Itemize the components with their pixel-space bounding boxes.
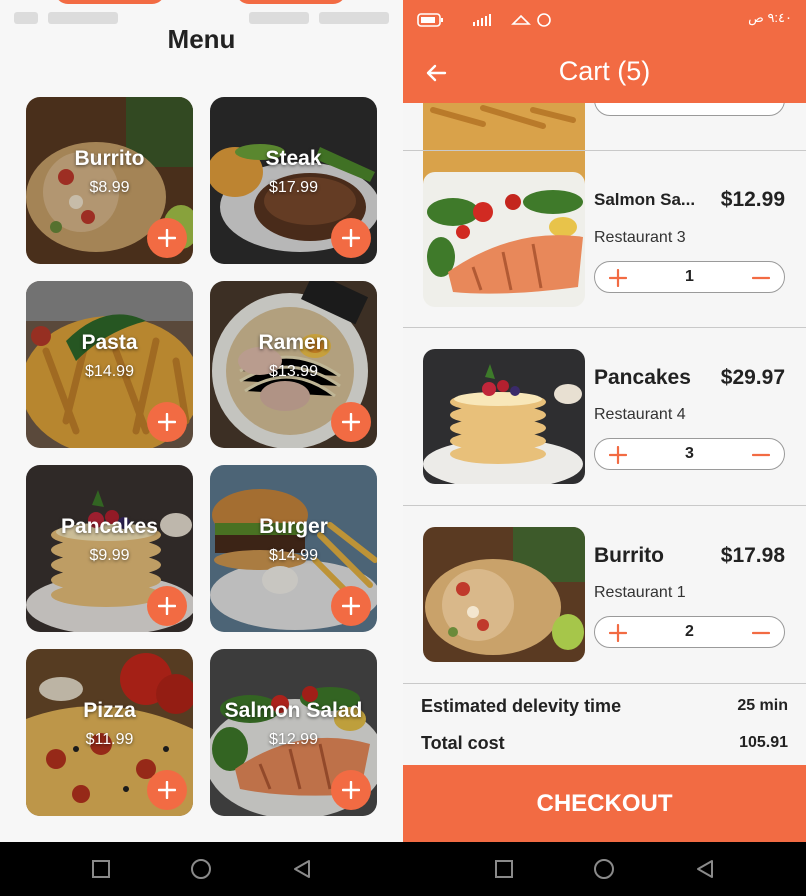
top-button-partial[interactable]: [55, 0, 165, 4]
cart-item-price: $17.98: [720, 544, 785, 567]
menu-item-name: Ramen: [258, 331, 329, 354]
cart-item-image: [423, 349, 585, 484]
plus-icon: [342, 413, 360, 431]
page-title: Cart (5): [558, 56, 651, 86]
add-to-cart-button[interactable]: [147, 402, 187, 442]
menu-item-name: Pancakes: [61, 515, 158, 538]
plus-icon: [342, 229, 360, 247]
total-cost-value: 105.91: [739, 734, 788, 751]
plus-icon: [158, 413, 176, 431]
total-cost-label: Total cost: [421, 733, 505, 753]
quantity-stepper: 1: [594, 261, 785, 293]
quantity-stepper: 3: [594, 438, 785, 470]
menu-item-price: $8.99: [89, 179, 130, 196]
menu-item-salmon-salad[interactable]: Salmon Salad $12.99: [210, 649, 377, 816]
system-nav-bar: [0, 842, 403, 896]
status-clock: ٩:٤٠ ص: [748, 10, 792, 25]
minus-icon[interactable]: [752, 446, 770, 464]
menu-item-ramen[interactable]: Ramen $13.99: [210, 281, 377, 448]
recents-square-icon[interactable]: [493, 858, 515, 880]
cart-item-image: [423, 527, 585, 662]
menu-item-name: Burger: [259, 515, 328, 538]
menu-screen: Menu Burrito $8.99 Steak $17.99 Pasta $1…: [0, 0, 403, 842]
top-button-partial[interactable]: [236, 0, 346, 4]
menu-item-name: Pasta: [81, 331, 138, 354]
menu-item-steak[interactable]: Steak $17.99: [210, 97, 377, 264]
plus-icon: [158, 597, 176, 615]
checkout-button[interactable]: CHECKOUT: [403, 765, 806, 842]
add-to-cart-button[interactable]: [147, 218, 187, 258]
menu-item-price: $14.99: [85, 363, 134, 380]
cart-item-name: Pancakes: [594, 366, 691, 389]
item-divider: [403, 327, 806, 328]
delivery-time-value: 25 min: [737, 697, 788, 714]
app-bar: ٩:٤٠ ص Cart (5): [403, 0, 806, 103]
delivery-time-label: Estimated delevity time: [421, 696, 622, 716]
system-nav-bar: [403, 842, 806, 896]
cart-item-price: $29.97: [720, 366, 785, 389]
add-to-cart-button[interactable]: [147, 586, 187, 626]
add-to-cart-button[interactable]: [331, 218, 371, 258]
page-title: Menu: [167, 24, 236, 54]
menu-item-pizza[interactable]: Pizza $11.99: [26, 649, 193, 816]
minus-icon[interactable]: [752, 269, 770, 287]
recents-square-icon[interactable]: [90, 858, 112, 880]
menu-item-name: Burrito: [74, 147, 145, 170]
cart-item-name: Salmon Sa...: [594, 190, 696, 209]
item-divider: [403, 150, 806, 151]
menu-item-burrito[interactable]: Burrito $8.99: [26, 97, 193, 264]
plus-icon: [342, 597, 360, 615]
menu-item-price: $11.99: [85, 731, 134, 748]
plus-icon: [158, 229, 176, 247]
menu-item-price: $12.99: [269, 731, 318, 748]
menu-item-name: Steak: [265, 147, 322, 170]
minus-icon[interactable]: [752, 624, 770, 642]
back-triangle-icon[interactable]: [694, 858, 716, 880]
menu-item-price: $17.99: [269, 179, 318, 196]
cart-item-restaurant: Restaurant 1: [594, 584, 686, 601]
menu-item-name: Salmon Salad: [224, 699, 363, 722]
cart-item-name: Burrito: [594, 544, 664, 567]
cart-item-restaurant: Restaurant 4: [594, 406, 686, 423]
plus-icon: [158, 781, 176, 799]
menu-item-price: $9.99: [89, 547, 130, 564]
add-to-cart-button[interactable]: [331, 770, 371, 810]
plus-icon: [342, 781, 360, 799]
item-divider: [403, 683, 806, 684]
add-to-cart-button[interactable]: [331, 586, 371, 626]
menu-item-price: $13.99: [269, 363, 318, 380]
back-triangle-icon[interactable]: [291, 858, 313, 880]
cart-screen: ٩:٤٠ ص Cart (5) Salmon Sa... $12.99 Rest…: [403, 0, 806, 842]
item-divider: [403, 505, 806, 506]
menu-item-name: Pizza: [83, 699, 136, 722]
menu-item-burger[interactable]: Burger $14.99: [210, 465, 377, 632]
add-to-cart-button[interactable]: [147, 770, 187, 810]
menu-item-pancakes[interactable]: Pancakes $9.99: [26, 465, 193, 632]
home-circle-icon[interactable]: [190, 858, 212, 880]
home-circle-icon[interactable]: [593, 858, 615, 880]
status-icons: [417, 10, 567, 30]
cart-item-price: $12.99: [720, 188, 785, 211]
cart-item-restaurant: Restaurant 3: [594, 229, 686, 246]
quantity-stepper: 2: [594, 616, 785, 648]
menu-item-price: $14.99: [269, 547, 318, 564]
menu-item-pasta[interactable]: Pasta $14.99: [26, 281, 193, 448]
cart-item-image: [423, 172, 585, 307]
add-to-cart-button[interactable]: [331, 402, 371, 442]
